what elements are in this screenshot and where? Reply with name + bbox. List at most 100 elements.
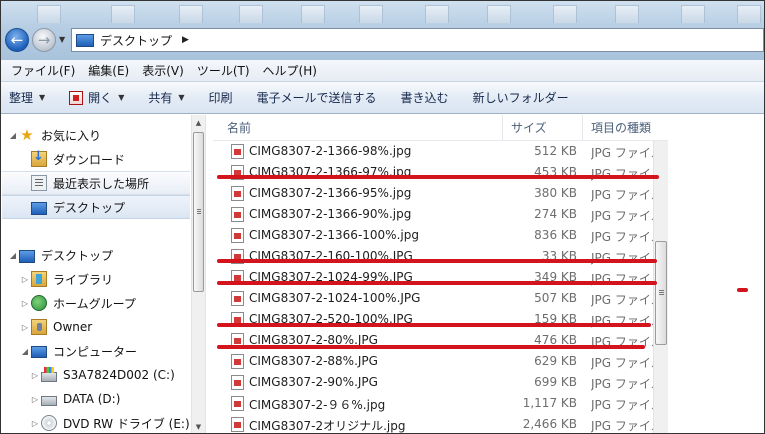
menu-view[interactable]: 表示(V) bbox=[142, 62, 184, 79]
share-button[interactable]: 共有 ▼ bbox=[148, 89, 184, 106]
address-field[interactable]: デスクトップ ▶ bbox=[71, 28, 764, 52]
breadcrumb-desktop[interactable]: デスクトップ bbox=[100, 32, 172, 49]
file-name: CIMG8307-2-1366-95%.jpg bbox=[249, 186, 412, 200]
file-row[interactable]: CIMG8307-2-1366-90%.jpg 274 KB JPG ファイル bbox=[213, 204, 668, 225]
file-row[interactable]: CIMG8307-2-1366-97%.jpg 453 KB JPG ファイル bbox=[213, 162, 668, 183]
file-row[interactable]: CIMG8307-2-160-100%.JPG 33 KB JPG ファイル bbox=[213, 246, 668, 267]
back-arrow-icon: ← bbox=[10, 31, 24, 49]
scrollbar-thumb[interactable] bbox=[655, 241, 667, 345]
desktop-icon bbox=[76, 33, 94, 47]
nav-label: ダウンロード bbox=[53, 152, 126, 167]
nav-label: Owner bbox=[53, 320, 93, 334]
file-type: JPG ファイル bbox=[591, 251, 657, 265]
navigation-pane: ◢ ★ お気に入り ダウンロード 最近表示した場所 デスクトップ ◢ デスクトッ… bbox=[1, 115, 191, 433]
nav-libraries[interactable]: ▷ ライブラリ bbox=[19, 267, 113, 291]
jpg-file-icon bbox=[231, 375, 244, 390]
print-button[interactable]: 印刷 bbox=[209, 89, 233, 106]
file-name: CIMG8307-2オリジナル.jpg bbox=[249, 419, 406, 433]
scroll-up-icon[interactable]: ▲ bbox=[192, 115, 205, 131]
nav-drive-c[interactable]: ▷ S3A7824D002 (C:) bbox=[29, 363, 175, 387]
organize-button[interactable]: 整理 ▼ bbox=[9, 89, 45, 106]
tree-expand-icon[interactable]: ▷ bbox=[29, 371, 41, 380]
file-type: JPG ファイル bbox=[591, 377, 657, 391]
red-annotation-line bbox=[217, 345, 645, 349]
homegroup-icon bbox=[31, 295, 47, 311]
menu-help[interactable]: ヘルプ(H) bbox=[263, 62, 317, 79]
nav-label: 最近表示した場所 bbox=[53, 176, 150, 191]
recent-pages-button[interactable]: ▼ bbox=[59, 31, 69, 49]
library-icon bbox=[31, 271, 47, 287]
file-type: JPG ファイル bbox=[591, 146, 657, 160]
file-size: 629 KB bbox=[534, 354, 577, 368]
file-row[interactable]: CIMG8307-2-1366-100%.jpg 836 KB JPG ファイル bbox=[213, 225, 668, 246]
computer-icon bbox=[31, 345, 47, 358]
file-list-scrollbar[interactable] bbox=[653, 141, 668, 433]
menu-file[interactable]: ファイル(F) bbox=[11, 62, 75, 79]
nav-homegroup[interactable]: ▷ ホームグループ bbox=[19, 291, 136, 315]
file-type: JPG ファイル bbox=[591, 419, 657, 433]
new-folder-button[interactable]: 新しいフォルダー bbox=[473, 89, 569, 106]
column-header-size[interactable]: サイズ bbox=[503, 115, 583, 141]
tree-expand-icon[interactable]: ▷ bbox=[19, 323, 31, 332]
menu-edit[interactable]: 編集(E) bbox=[88, 62, 129, 79]
tree-collapse-icon[interactable]: ◢ bbox=[7, 251, 19, 260]
chevron-down-icon: ▼ bbox=[178, 93, 185, 102]
chevron-down-icon: ▼ bbox=[118, 93, 125, 102]
desktop-background-icons bbox=[1, 1, 764, 23]
explorer-window: ← → ▼ デスクトップ ▶ ファイル(F) 編集(E) 表示(V) ツール(T… bbox=[0, 0, 765, 434]
column-headers: 名前 サイズ 項目の種類 bbox=[213, 115, 668, 141]
nav-desktop[interactable]: ◢ デスクトップ bbox=[7, 243, 113, 267]
file-type: JPG ファイル bbox=[591, 188, 657, 202]
tree-expand-icon[interactable]: ▷ bbox=[19, 275, 31, 284]
file-row[interactable]: CIMG8307-2-1024-100%.JPG 507 KB JPG ファイル bbox=[213, 288, 668, 309]
file-row[interactable]: CIMG8307-2オリジナル.jpg 2,466 KB JPG ファイル bbox=[213, 414, 668, 433]
nav-owner[interactable]: ▷ Owner bbox=[19, 315, 92, 339]
nav-drive-e[interactable]: ▷ DVD RW ドライブ (E:) bbox=[29, 411, 190, 433]
star-icon: ★ bbox=[20, 126, 34, 144]
tree-collapse-icon[interactable]: ◢ bbox=[19, 347, 31, 356]
file-row[interactable]: CIMG8307-2-９６%.jpg 1,117 KB JPG ファイル bbox=[213, 393, 668, 414]
file-type: JPG ファイル bbox=[591, 167, 657, 181]
file-size: 836 KB bbox=[534, 228, 577, 242]
nav-drive-d[interactable]: ▷ DATA (D:) bbox=[29, 387, 120, 411]
file-row[interactable]: CIMG8307-2-1366-95%.jpg 380 KB JPG ファイル bbox=[213, 183, 668, 204]
scrollbar-thumb[interactable] bbox=[193, 132, 204, 292]
nav-computer[interactable]: ◢ コンピューター bbox=[19, 339, 137, 363]
nav-downloads[interactable]: ダウンロード bbox=[31, 147, 125, 171]
file-list: 名前 サイズ 項目の種類 CIMG8307-2-1366-98%.jpg 512 … bbox=[213, 115, 668, 433]
navigation-pane-scrollbar[interactable]: ▲ ▼ bbox=[191, 115, 205, 433]
file-row[interactable]: CIMG8307-2-88%.JPG 629 KB JPG ファイル bbox=[213, 351, 668, 372]
tree-expand-icon[interactable]: ▷ bbox=[29, 419, 41, 428]
menu-tools[interactable]: ツール(T) bbox=[197, 62, 250, 79]
email-label: 電子メールで送信する bbox=[256, 91, 377, 105]
nav-desktop-favorite[interactable]: デスクトップ bbox=[2, 195, 190, 219]
tree-expand-icon[interactable]: ▷ bbox=[19, 299, 31, 308]
breadcrumb-chevron-icon[interactable]: ▶ bbox=[182, 35, 189, 45]
file-row[interactable]: CIMG8307-2-90%.JPG 699 KB JPG ファイル bbox=[213, 372, 668, 393]
pane-splitter[interactable] bbox=[205, 115, 213, 433]
burn-label: 書き込む bbox=[400, 91, 449, 105]
burn-button[interactable]: 書き込む bbox=[401, 89, 449, 106]
open-button[interactable]: 開く ▼ bbox=[69, 89, 124, 106]
nav-favorites[interactable]: ◢ ★ お気に入り bbox=[7, 123, 101, 147]
nav-recent-places[interactable]: 最近表示した場所 bbox=[2, 171, 190, 195]
file-name: CIMG8307-2-1366-100%.jpg bbox=[249, 228, 419, 242]
red-annotation-line bbox=[217, 281, 657, 285]
tree-expand-icon[interactable]: ▷ bbox=[29, 395, 41, 404]
column-header-name[interactable]: 名前 bbox=[213, 115, 503, 141]
email-button[interactable]: 電子メールで送信する bbox=[257, 89, 377, 106]
jpg-file-icon bbox=[231, 396, 244, 411]
red-annotation-line bbox=[217, 323, 651, 327]
scroll-down-icon[interactable]: ▼ bbox=[192, 419, 205, 433]
open-label: 開く bbox=[88, 91, 113, 105]
file-row[interactable]: CIMG8307-2-1366-98%.jpg 512 KB JPG ファイル bbox=[213, 141, 668, 162]
system-drive-icon bbox=[41, 367, 57, 382]
column-header-type[interactable]: 項目の種類 bbox=[583, 115, 668, 141]
back-button[interactable]: ← bbox=[5, 28, 29, 52]
red-annotation-mark bbox=[737, 288, 748, 292]
organize-label: 整理 bbox=[9, 91, 34, 105]
forward-button[interactable]: → bbox=[32, 28, 56, 52]
desktop-icon bbox=[31, 201, 47, 215]
file-name: CIMG8307-2-1366-90%.jpg bbox=[249, 207, 412, 221]
tree-collapse-icon[interactable]: ◢ bbox=[7, 131, 19, 140]
